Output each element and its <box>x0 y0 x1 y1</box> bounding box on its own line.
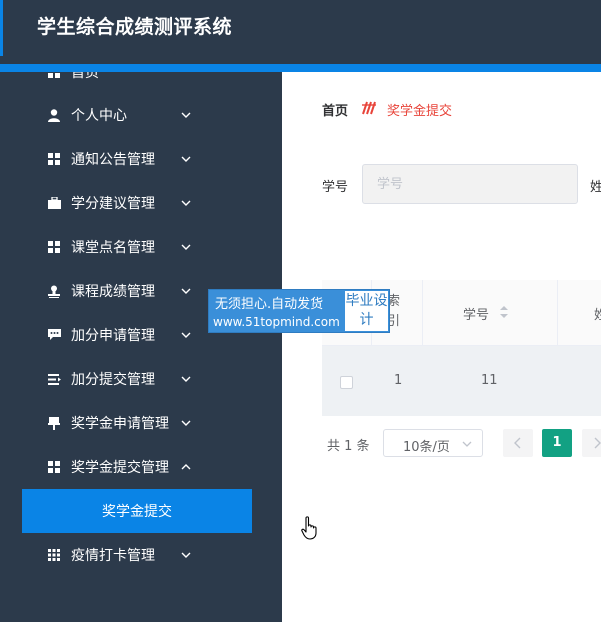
chevron-right-icon <box>594 437 601 449</box>
sidebar-item-bonus-submission[interactable]: 加分提交管理 <box>0 357 282 401</box>
search-label-name: 姓 <box>590 180 601 195</box>
pagination: 共 1 条 10条/页 1 <box>322 429 601 457</box>
sidebar-item-personal-center[interactable]: 个人中心 <box>0 93 282 137</box>
header-edge-accent <box>0 0 3 56</box>
sidebar-item-label: 个人中心 <box>71 108 127 124</box>
chevron-down-icon <box>181 200 191 206</box>
student-no-input[interactable] <box>362 164 578 204</box>
apps-icon <box>47 548 61 562</box>
sidebar-item-credit-suggestion[interactable]: 学分建议管理 <box>0 181 282 225</box>
briefcase-icon <box>47 196 61 210</box>
sidebar-item-roll-call[interactable]: 课堂点名管理 <box>0 225 282 269</box>
column-header-name: 姓 <box>558 280 601 346</box>
breadcrumb-current: 奖学金提交 <box>387 104 453 119</box>
page-number-button[interactable]: 1 <box>542 429 572 457</box>
sidebar-item-notice[interactable]: 通知公告管理 <box>0 137 282 181</box>
watermark-line1: 无须担心.自动发货 <box>215 297 324 312</box>
cell-student-no: 11 <box>481 373 498 388</box>
sidebar-subitem-scholarship-submit[interactable]: 奖学金提交 <box>22 489 252 533</box>
stamp-icon <box>47 284 61 298</box>
prev-page-button[interactable] <box>503 429 533 457</box>
grid-icon <box>47 460 61 474</box>
user-icon <box>47 108 61 122</box>
cell-index: 1 <box>394 373 403 388</box>
chevron-left-icon <box>514 437 521 449</box>
page-size-select[interactable]: 10条/页 <box>383 429 483 457</box>
top-header: 学生综合成绩测评系统 <box>0 0 601 64</box>
row-checkbox[interactable] <box>340 376 353 389</box>
sidebar-item-label: 加分申请管理 <box>71 328 155 344</box>
chevron-down-icon <box>181 376 191 382</box>
chat-icon <box>47 328 61 342</box>
sidebar-item-label: 加分提交管理 <box>71 372 155 388</box>
sidebar-item-label: 课堂点名管理 <box>71 240 155 256</box>
chevron-up-icon <box>181 464 191 470</box>
sidebar-item-label: 通知公告管理 <box>71 152 155 168</box>
next-page-button[interactable] <box>582 429 601 457</box>
watermark-box: 毕业设计 <box>345 291 388 331</box>
search-label-student-no: 学号 <box>322 180 349 195</box>
sidebar-item-label: 奖学金提交管理 <box>71 460 169 476</box>
sidebar-item-label: 疫情打卡管理 <box>71 548 155 564</box>
column-header-label: 学号 <box>463 308 490 323</box>
watermark-banner: 无须担心.自动发货 www.51topmind.com 毕业设计 <box>208 289 390 333</box>
page-size-value: 10条/页 <box>403 440 450 455</box>
app-title: 学生综合成绩测评系统 <box>37 16 233 38</box>
header-accent-bar <box>0 64 601 72</box>
main-content: 首页 奖学金提交 学号 姓 索引 学号 姓 1 11 共 1 条 10条/页 <box>282 72 601 622</box>
hand-cursor-icon <box>301 516 317 540</box>
sidebar-item-label: 奖学金申请管理 <box>71 416 169 432</box>
breadcrumb-separator-icon <box>362 101 376 115</box>
column-header-label: 姓 <box>594 308 601 323</box>
pagination-total: 共 1 条 <box>327 439 370 454</box>
sidebar-item-scholarship-application[interactable]: 奖学金申请管理 <box>0 401 282 445</box>
sidebar-item-label: 课程成绩管理 <box>71 284 155 300</box>
breadcrumb-home[interactable]: 首页 <box>322 100 348 119</box>
grid-icon <box>47 72 61 79</box>
sidebar: 首页 个人中心 通知公告管理 学分建议管理 课堂点名管理 课程成绩管理 加分申请… <box>0 72 282 622</box>
chevron-down-icon <box>181 156 191 162</box>
sidebar-item-epidemic-checkin[interactable]: 疫情打卡管理 <box>0 533 282 577</box>
sort-icon[interactable] <box>499 305 509 319</box>
grid-icon <box>47 240 61 254</box>
table-row[interactable]: 1 11 <box>322 346 601 416</box>
grid-icon <box>47 152 61 166</box>
column-header-student-no[interactable]: 学号 <box>423 280 558 346</box>
list-icon <box>47 372 61 386</box>
sidebar-item-label: 首页 <box>71 72 99 81</box>
pin-icon <box>47 416 61 430</box>
chevron-down-icon <box>181 244 191 250</box>
chevron-down-icon <box>181 552 191 558</box>
chevron-down-icon <box>181 332 191 338</box>
sidebar-item-scholarship-submission[interactable]: 奖学金提交管理 <box>0 445 282 489</box>
sidebar-item-home[interactable]: 首页 <box>0 72 282 94</box>
chevron-down-icon <box>462 441 472 447</box>
chevron-down-icon <box>181 420 191 426</box>
chevron-down-icon <box>181 112 191 118</box>
watermark-line2: www.51topmind.com <box>213 315 340 329</box>
sidebar-item-label: 学分建议管理 <box>71 196 155 212</box>
chevron-down-icon <box>181 288 191 294</box>
